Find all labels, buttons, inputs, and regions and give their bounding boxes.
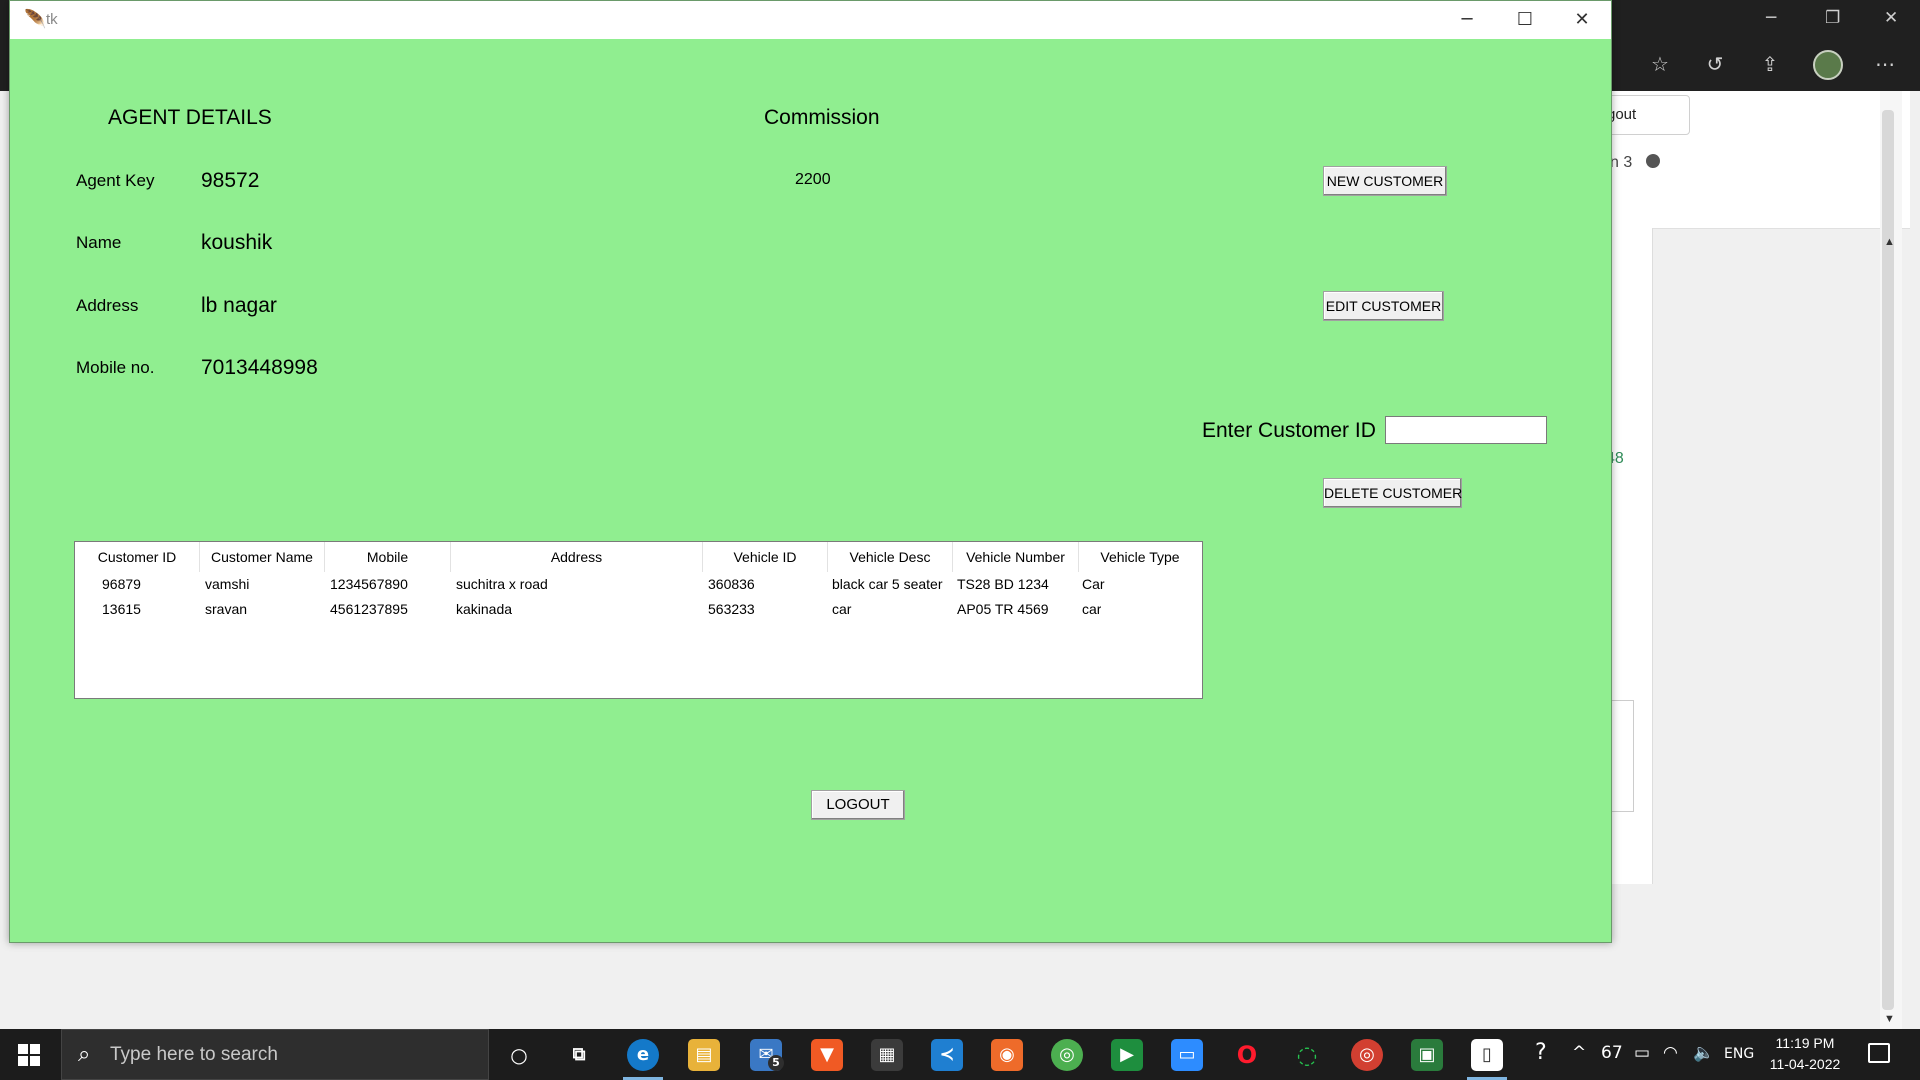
browser-status-text: n 3 — [1610, 154, 1633, 171]
table-row[interactable]: 96879 vamshi 1234567890 suchitra x road … — [75, 572, 1202, 597]
edit-customer-button[interactable]: EDIT CUSTOMER — [1323, 291, 1444, 321]
battery-icon[interactable]: ▭ — [1634, 1043, 1650, 1063]
customer-id-label: Enter Customer ID — [1202, 419, 1376, 442]
clock-date: 11-04-2022 — [1769, 1056, 1841, 1072]
battery-percent: 67 — [1601, 1043, 1623, 1063]
status-dot-icon — [1646, 154, 1661, 168]
name-value: koushik — [201, 231, 273, 254]
document-icon[interactable]: ▯ — [1471, 1039, 1503, 1071]
vscode-icon[interactable]: ≺ — [931, 1039, 963, 1071]
table-cell: TS28 BD 1234 — [957, 576, 1049, 592]
agent-key-value: 98572 — [201, 169, 260, 192]
profile-avatar[interactable] — [1813, 50, 1843, 80]
store-icon[interactable]: ▦ — [871, 1039, 903, 1071]
table-cell: 4561237895 — [330, 601, 408, 617]
taskbar-search[interactable]: ⌕ Type here to search — [61, 1029, 489, 1080]
table-cell: 96879 — [102, 576, 141, 592]
logout-button[interactable]: LOGOUT — [811, 790, 905, 820]
edge-icon[interactable]: e — [627, 1039, 659, 1071]
help-icon[interactable]: ? — [1535, 1040, 1547, 1065]
close-icon[interactable]: ✕ — [1553, 1, 1611, 39]
table-cell: 563233 — [708, 601, 755, 617]
search-icon: ⌕ — [78, 1042, 91, 1067]
table-cell: car — [832, 601, 852, 617]
browser-minimize-icon[interactable]: ─ — [1766, 8, 1776, 28]
favorites-star-icon[interactable]: ☆ — [1646, 50, 1674, 78]
mobile-label: Mobile no. — [76, 358, 155, 377]
table-cell: black car 5 seater — [832, 576, 943, 592]
column-header[interactable]: Vehicle Number — [953, 542, 1079, 572]
mail-badge: 5 — [768, 1055, 784, 1071]
more-options-icon[interactable]: ⋯ — [1871, 50, 1899, 78]
address-label: Address — [76, 296, 139, 315]
loading-app-icon[interactable]: ◌ — [1291, 1039, 1323, 1071]
app-orange-icon[interactable]: ◉ — [991, 1039, 1023, 1071]
minimize-icon[interactable]: ─ — [1438, 1, 1496, 39]
maximize-icon[interactable]: ☐ — [1496, 1, 1554, 39]
chrome-profile-icon[interactable]: ◎ — [1351, 1039, 1383, 1071]
table-row[interactable]: 13615 sravan 4561237895 kakinada 563233 … — [75, 597, 1202, 622]
notification-center-icon[interactable] — [1868, 1043, 1890, 1063]
table-cell: 1234567890 — [330, 576, 408, 592]
zoom-icon[interactable]: ▭ — [1171, 1039, 1203, 1071]
agent-key-label: Agent Key — [76, 171, 155, 190]
commission-heading: Commission — [764, 106, 880, 129]
browser-input-box[interactable] — [1610, 700, 1634, 812]
new-customer-button[interactable]: NEW CUSTOMER — [1323, 166, 1447, 196]
column-header[interactable]: Vehicle Desc — [828, 542, 953, 572]
tk-window: 🪶 tk ─ ☐ ✕ AGENT DETAILS Commission 2200… — [9, 0, 1612, 943]
delete-customer-button[interactable]: DELETE CUSTOMER — [1323, 478, 1462, 508]
address-value: lb nagar — [201, 294, 277, 317]
table-cell: Car — [1082, 576, 1105, 592]
table-cell: car — [1082, 601, 1102, 617]
tk-feather-icon: 🪶 — [24, 9, 47, 29]
table-cell: kakinada — [456, 601, 513, 617]
customer-id-input[interactable] — [1385, 416, 1547, 444]
task-view-icon[interactable]: ⧉ — [563, 1039, 595, 1071]
windows-start-icon[interactable] — [18, 1044, 40, 1066]
table-cell: suchitra x road — [456, 576, 548, 592]
column-header[interactable]: Address — [451, 542, 703, 572]
scroll-up-icon[interactable]: ▲ — [1884, 236, 1895, 248]
wifi-icon[interactable]: ◠ — [1663, 1043, 1678, 1063]
language-indicator[interactable]: ENG — [1724, 1046, 1754, 1062]
table-cell: vamshi — [205, 576, 250, 592]
column-header[interactable]: Mobile — [325, 542, 451, 572]
table-header: Customer ID Customer Name Mobile Address… — [75, 542, 1202, 572]
table-cell: sravan — [205, 601, 248, 617]
brave-icon[interactable]: ▼ — [811, 1039, 843, 1071]
chrome-icon[interactable]: ◎ — [1051, 1039, 1083, 1071]
show-hidden-icons-chevron-icon[interactable]: ^ — [1572, 1043, 1586, 1063]
taskbar-clock[interactable]: 11:19 PM 11-04-2022 — [1760, 1033, 1850, 1075]
agent-details-heading: AGENT DETAILS — [108, 106, 272, 129]
browser-close-icon[interactable]: ✕ — [1884, 8, 1898, 28]
column-header[interactable]: Vehicle ID — [703, 542, 828, 572]
taskbar: ⌕ Type here to search ○ ⧉ e ▤ ✉ 5 ▼ ▦ ≺ … — [0, 1029, 1920, 1080]
customer-table[interactable]: Customer ID Customer Name Mobile Address… — [74, 541, 1203, 699]
clock-time: 11:19 PM — [1775, 1035, 1835, 1051]
title-bar[interactable]: 🪶 tk ─ ☐ ✕ — [10, 1, 1611, 39]
file-explorer-icon[interactable]: ▤ — [688, 1039, 720, 1071]
search-placeholder: Type here to search — [110, 1044, 278, 1065]
name-label: Name — [76, 233, 122, 252]
column-header[interactable]: Customer ID — [75, 542, 200, 572]
meet-icon[interactable]: ▶ — [1111, 1039, 1143, 1071]
table-cell: 360836 — [708, 576, 755, 592]
media-app-icon[interactable]: ▣ — [1411, 1039, 1443, 1071]
column-header[interactable]: Vehicle Type — [1079, 542, 1201, 572]
browser-status-row: n 3 — [1610, 154, 1661, 172]
history-icon[interactable]: ↺ — [1701, 50, 1729, 78]
browser-restore-icon[interactable]: ❐ — [1825, 8, 1840, 28]
table-cell: AP05 TR 4569 — [957, 601, 1049, 617]
column-header[interactable]: Customer Name — [200, 542, 325, 572]
opera-icon[interactable]: O — [1231, 1039, 1263, 1071]
commission-value: 2200 — [795, 171, 831, 188]
table-cell: 13615 — [102, 601, 141, 617]
share-icon[interactable]: ⇪ — [1756, 50, 1784, 78]
mobile-value: 7013448998 — [201, 356, 318, 379]
scroll-down-icon[interactable]: ▼ — [1884, 1013, 1895, 1025]
cortana-icon[interactable]: ○ — [503, 1039, 535, 1071]
volume-icon[interactable]: 🔈 — [1693, 1043, 1714, 1063]
window-title: tk — [46, 11, 58, 28]
